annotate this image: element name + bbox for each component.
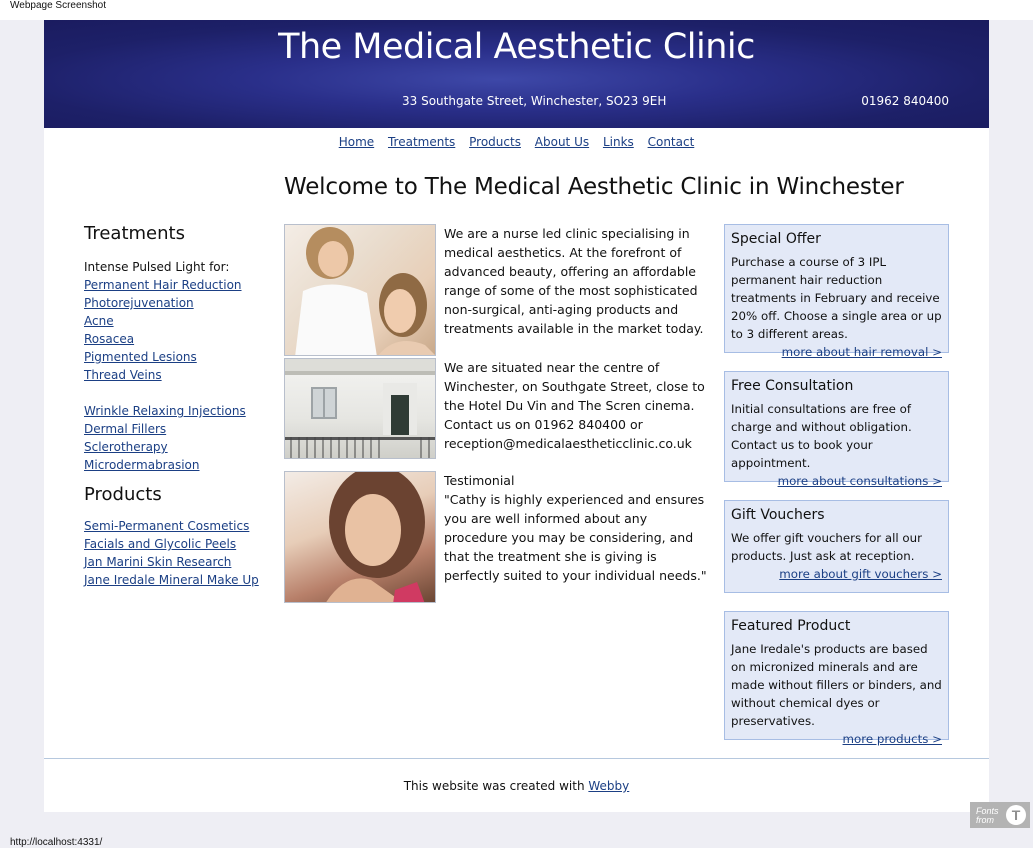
nav-links[interactable]: Links [603,135,634,149]
featured-product-box: Featured Product Jane Iredale's products… [724,611,949,746]
nurse-treatment-photo [284,224,436,356]
free-consultation-box: Free Consultation Initial consultations … [724,371,949,488]
nav-products[interactable]: Products [469,135,521,149]
sidebar-link-jan-marini[interactable]: Jan Marini Skin Research [84,553,274,571]
window-caption: Webpage Screenshot [10,0,106,11]
box-title: Featured Product [731,618,851,634]
typekit-logo-icon: T [1006,805,1026,825]
intro-paragraph: We are a nurse led clinic specialising i… [444,226,704,336]
nav-about-us[interactable]: About Us [535,135,589,149]
nav-treatments[interactable]: Treatments [388,135,455,149]
window-caption-bar [0,0,1033,20]
footer-text: This website was created with [403,779,589,793]
webby-link[interactable]: Webby [588,779,629,793]
sidebar-link-rosacea[interactable]: Rosacea [84,330,274,348]
clinic-address: 33 Southgate Street, Winchester, SO23 9E… [402,94,667,108]
box-text: Jane Iredale's products are based on mic… [731,642,942,728]
special-offer-box: Special Offer Purchase a course of 3 IPL… [724,224,949,359]
clinic-building-photo [284,358,436,459]
main-nav: Home Treatments Products About Us Links … [44,134,989,150]
sidebar-link-jane-iredale[interactable]: Jane Iredale Mineral Make Up [84,571,274,589]
testimonial-label: Testimonial [444,473,515,488]
sidebar-link-acne[interactable]: Acne [84,312,274,330]
sidebar-link-photorejuvenation[interactable]: Photorejuvenation [84,294,274,312]
box-title: Free Consultation [731,378,854,394]
box-text: Purchase a course of 3 IPL permanent hai… [731,255,942,341]
sidebar-link-permanent-hair-reduction[interactable]: Permanent Hair Reduction [84,276,274,294]
badge-text: Fonts from [976,807,999,825]
nav-contact[interactable]: Contact [648,135,695,149]
site-header: The Medical Aesthetic Clinic 33 Southgat… [44,20,989,128]
site-footer: This website was created with Webby [44,758,989,812]
sidebar-link-sclerotherapy[interactable]: Sclerotherapy [84,438,274,456]
sidebar-link-thread-veins[interactable]: Thread Veins [84,366,274,384]
testimonial-portrait-photo [284,471,436,603]
page-title: Welcome to The Medical Aesthetic Clinic … [284,174,904,200]
sidebar-link-facials-glycolic-peels[interactable]: Facials and Glycolic Peels [84,535,274,553]
sidebar-link-wrinkle-relaxing-injections[interactable]: Wrinkle Relaxing Injections [84,402,274,420]
products-heading: Products [84,484,162,505]
sidebar-link-pigmented-lesions[interactable]: Pigmented Lesions [84,348,274,366]
nav-home[interactable]: Home [339,135,374,149]
status-bar-url: http://localhost:4331/ [10,837,103,848]
location-paragraph: We are situated near the centre of Winch… [444,360,705,451]
badge-line-2: from [976,815,994,825]
more-gift-vouchers-link[interactable]: more about gift vouchers > [779,567,942,581]
sidebar-link-semi-permanent-cosmetics[interactable]: Semi-Permanent Cosmetics [84,517,274,535]
site-title: The Medical Aesthetic Clinic [278,27,755,67]
sidebar-link-microdermabrasion[interactable]: Microdermabrasion [84,456,274,474]
clinic-phone: 01962 840400 [861,94,949,108]
more-consultations-link[interactable]: more about consultations > [778,474,942,488]
box-title: Special Offer [731,231,821,247]
testimonial-quote: "Cathy is highly experienced and ensures… [444,492,707,583]
fonts-from-badge[interactable]: Fonts from T [970,802,1030,828]
box-title: Gift Vouchers [731,507,825,523]
ipl-intro: Intense Pulsed Light for: [84,260,230,274]
box-text: Initial consultations are free of charge… [731,402,912,470]
treatments-heading: Treatments [84,223,185,244]
gift-vouchers-box: Gift Vouchers We offer gift vouchers for… [724,500,949,593]
sidebar: Treatments Intense Pulsed Light for: Per… [84,222,274,589]
sidebar-link-dermal-fillers[interactable]: Dermal Fillers [84,420,274,438]
more-products-link[interactable]: more products > [843,732,942,746]
testimonial: Testimonial "Cathy is highly experienced… [444,471,714,585]
more-hair-removal-link[interactable]: more about hair removal > [782,345,942,359]
page: The Medical Aesthetic Clinic 33 Southgat… [44,20,989,812]
box-text: We offer gift vouchers for all our produ… [731,531,922,563]
